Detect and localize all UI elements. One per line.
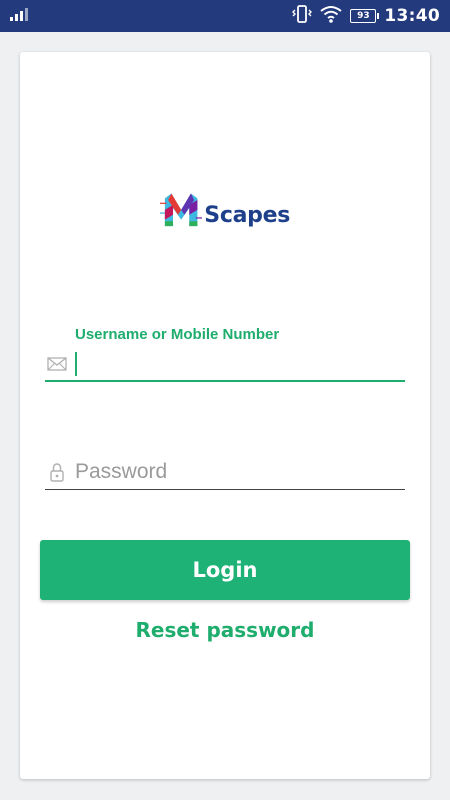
username-input[interactable] bbox=[77, 352, 405, 376]
app-logo: Scapes bbox=[160, 180, 290, 232]
password-field[interactable] bbox=[45, 454, 405, 490]
status-bar: 93 13:40 bbox=[0, 0, 450, 32]
battery-level: 93 bbox=[357, 11, 370, 21]
username-field[interactable] bbox=[45, 348, 405, 382]
reset-password-link[interactable]: Reset password bbox=[20, 618, 430, 642]
status-time: 13:40 bbox=[384, 6, 440, 26]
status-left bbox=[10, 7, 30, 26]
login-card: Scapes Username or Mobile Number Login R… bbox=[20, 52, 430, 779]
status-right: 93 13:40 bbox=[292, 4, 440, 28]
password-input[interactable] bbox=[75, 459, 405, 484]
vibrate-icon bbox=[292, 4, 313, 28]
logo-text: Scapes bbox=[204, 203, 290, 228]
mail-icon bbox=[45, 354, 69, 374]
lock-icon bbox=[45, 462, 69, 482]
logo-mark bbox=[160, 193, 203, 227]
signal-icon bbox=[10, 7, 30, 26]
wifi-icon bbox=[320, 5, 342, 28]
battery-icon: 93 bbox=[350, 9, 380, 23]
login-button[interactable]: Login bbox=[40, 540, 410, 600]
username-label: Username or Mobile Number bbox=[75, 326, 280, 343]
